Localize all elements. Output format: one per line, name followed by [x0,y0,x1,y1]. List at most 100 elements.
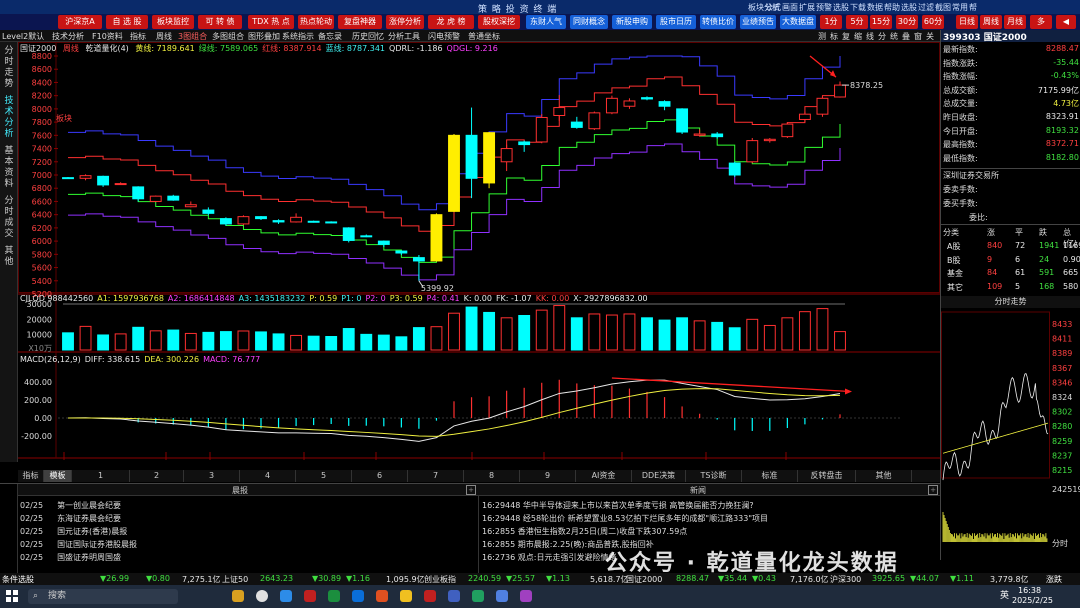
toolbar-right-button[interactable]: 标 [830,31,838,42]
nav-button[interactable]: 业绩预告 [740,15,776,29]
nav-button[interactable]: 复盘神器 [338,15,382,29]
nav-button[interactable]: 60分 [922,15,944,29]
report-title[interactable]: 国元证券(香港)晨报 [57,527,127,536]
title-menu-item[interactable]: 画面 [782,2,798,13]
nav-button[interactable]: TDX 热 点 [248,15,294,29]
taskbar-search[interactable]: ⌕ 搜索 [28,589,178,604]
file-explorer-icon[interactable] [232,590,244,602]
news-row[interactable]: 16:29448 经58轮出价 新希望置业8.53亿拍下烂尾多年的成都"顺江路3… [482,513,932,525]
toolbar-right-button[interactable]: 叠 [902,31,910,42]
toolbar-item[interactable]: 分析工具 [388,31,420,42]
clock-date[interactable]: 2025/2/25 [1012,596,1053,605]
toolbar-right-button[interactable]: 分 [878,31,886,42]
edge-icon[interactable] [352,590,364,602]
nav-button[interactable]: 30分 [896,15,918,29]
nav-button[interactable]: 股市日历 [656,15,696,29]
toolbar-item[interactable]: F10资料 [92,31,123,42]
left-tab[interactable]: 技术分析 [2,96,16,140]
bottom-tab[interactable]: 模板 [44,470,72,482]
bottom-tab[interactable]: 8 [464,470,520,482]
toolbar-item[interactable]: 3图组合 [178,31,207,42]
nav-button[interactable]: 板块监控 [152,15,194,29]
report-title[interactable]: 国证国际证券港股晨报 [57,540,137,549]
report-row[interactable]: 02/25 国元证券(香港)晨报 [20,526,460,538]
bottom-tab[interactable]: 9 [520,470,576,482]
bottom-tab[interactable]: 4 [240,470,296,482]
bottom-tab[interactable]: AI资金 [576,470,632,482]
report-row[interactable]: 02/25 第一创业晨会纪要 [20,500,460,512]
app-icon-4[interactable] [400,590,412,602]
title-menu-item[interactable]: 常用 [952,2,968,13]
status-right[interactable]: 涨跌 [1046,574,1062,585]
status-left[interactable]: 条件选股 [2,574,34,585]
toolbar-item[interactable]: 闪电预警 [428,31,460,42]
toolbar-item[interactable]: 图形叠加 [248,31,280,42]
toolbar-item[interactable]: 多图组合 [212,31,244,42]
kline-chart[interactable]: 8800 8600 8400 8200 8000 7800 7600 7400 7200 7000… [18,42,940,460]
app-icon-6[interactable] [496,590,508,602]
nav-button[interactable]: 沪深京A [58,15,102,29]
title-menu-item[interactable]: 截图 [935,2,951,13]
nav-button[interactable]: 月线 [1004,15,1026,29]
nav-button[interactable]: 大数据盘 [780,15,816,29]
nav-button[interactable]: 日线 [956,15,978,29]
toolbar-right-button[interactable]: 线 [866,31,874,42]
nav-button[interactable]: 同财概念 [570,15,608,29]
toolbar-right-button[interactable]: 关 [926,31,934,42]
app-icon-2[interactable] [328,590,340,602]
toolbar-item[interactable]: Level2默认 [2,31,44,42]
app-icon-7[interactable] [520,590,532,602]
bottom-tab[interactable]: TS诊断 [686,470,742,482]
nav-button[interactable]: 热点轮动 [298,15,334,29]
nav-button[interactable]: 5分 [846,15,868,29]
bottom-tab[interactable]: 指标 [18,470,44,482]
nav-button[interactable]: 1分 [820,15,842,29]
left-tab[interactable]: 基本资料 [2,146,16,190]
expand-left-icon[interactable]: + [466,485,476,495]
title-menu-item[interactable]: 下载 [850,2,866,13]
title-menu-item[interactable]: 公式 [765,2,781,13]
toolbar-item[interactable]: 系统指示 [282,31,314,42]
title-menu-item[interactable]: 帮助 [884,2,900,13]
report-title[interactable]: 东海证券晨会纪要 [57,514,121,523]
title-menu-item[interactable]: 过滤 [918,2,934,13]
bottom-tab[interactable]: 2 [130,470,184,482]
toolbar-item[interactable]: 周线 [156,31,172,42]
title-menu-item[interactable]: 扩展 [799,2,815,13]
left-tab[interactable]: 分时走势 [2,46,16,90]
nav-button[interactable]: 转债比价 [700,15,736,29]
nav-button[interactable]: 多 [1030,15,1052,29]
chrome-icon[interactable] [256,590,268,602]
title-menu-item[interactable]: 帮 [969,2,977,13]
store-icon[interactable] [280,590,292,602]
report-title[interactable]: 第一创业晨会纪要 [57,501,121,510]
bottom-tab[interactable]: 5 [296,470,352,482]
left-tab[interactable]: 分时成交 [2,196,16,240]
toolbar-right-button[interactable]: 测 [818,31,826,42]
toolbar-item[interactable]: 普通坐标 [468,31,500,42]
news-row[interactable]: 16:29448 华中半导体迎来上市以来首次单季度亏损 高管换届能否力挽狂澜? [482,500,932,512]
wechat-icon[interactable] [472,590,484,602]
nav-button[interactable]: 15分 [870,15,892,29]
report-row[interactable]: 02/25 国盛证券明周国盛 [20,552,460,564]
bottom-tab[interactable]: 1 [72,470,130,482]
title-menu-item[interactable]: 数据 [867,2,883,13]
nav-button[interactable]: 可 转 债 [198,15,242,29]
bottom-tab[interactable]: 标准 [742,470,798,482]
app-icon-5[interactable] [448,590,460,602]
windows-start-icon[interactable] [6,590,18,602]
nav-button[interactable]: 东财人气 [526,15,566,29]
toolbar-item[interactable]: 历史回忆 [352,31,384,42]
title-menu-item[interactable]: 选股 [901,2,917,13]
nav-button[interactable]: 涨停分析 [386,15,424,29]
nav-button[interactable]: 新股申购 [612,15,652,29]
nav-button[interactable]: 自 选 股 [106,15,148,29]
title-menu-item[interactable]: 预警 [816,2,832,13]
news-row[interactable]: 16:2855 香港恒生指数2月25日(周二)收盘下跌307.59点 [482,526,932,538]
nav-button[interactable]: 龙 虎 榜 [428,15,474,29]
back-arrow-icon[interactable]: ◀ [1056,15,1076,29]
left-tab[interactable]: 其他 [2,246,16,268]
nav-button[interactable]: 股权深挖 [478,15,520,29]
toolbar-right-button[interactable]: 复 [842,31,850,42]
toolbar-item[interactable]: 指标 [130,31,146,42]
